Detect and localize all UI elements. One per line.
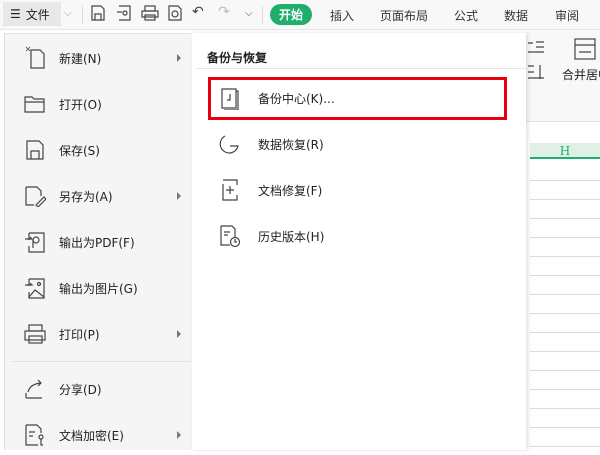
wrap-icon[interactable] — [528, 64, 544, 83]
menu-item-print[interactable]: 打印(P) — [5, 314, 193, 354]
chevron-down-icon[interactable]: ⌵ — [64, 8, 72, 19]
export-image-icon — [23, 276, 47, 300]
menu-item-save-as[interactable]: 另存为(A) — [5, 176, 193, 216]
submenu-arrow-icon — [177, 330, 181, 338]
menu-item-export-image[interactable]: 输出为图片(G) — [5, 268, 193, 308]
merge-center-label[interactable]: 合并居中 — [562, 66, 600, 83]
backup-recovery-submenu: 备份与恢复 备份中心(K)... 数据恢复(R) 文档修复(F) 历史版本(H) — [192, 33, 526, 450]
tab-page-layout[interactable]: 页面布局 — [380, 7, 428, 24]
save-icon — [23, 138, 47, 162]
submenu-item-doc-repair[interactable]: 文档修复(F) — [208, 170, 508, 210]
tab-insert[interactable]: 插入 — [330, 7, 354, 24]
redo-icon[interactable]: ↷ — [218, 4, 230, 20]
print-icon — [23, 322, 47, 346]
encrypt-icon — [23, 423, 47, 447]
submenu-arrow-icon — [177, 54, 181, 62]
menu-divider — [11, 361, 191, 362]
submenu-item-data-recovery[interactable]: 数据恢复(R) — [208, 124, 508, 164]
menu-item-share[interactable]: 分享(D) — [5, 369, 193, 409]
tab-formula[interactable]: 公式 — [454, 7, 478, 24]
save-as-icon — [23, 184, 47, 208]
export-pdf-icon — [23, 230, 47, 254]
submenu-arrow-icon — [177, 192, 181, 200]
file-menu: 新建(N) 打开(O) 保存(S) 另存为(A) 输出为PDF(F) 输出为图片… — [4, 33, 192, 450]
share-icon — [23, 377, 47, 401]
hamburger-icon: ☰ — [10, 7, 21, 21]
submenu-divider — [197, 68, 526, 69]
tab-data[interactable]: 数据 — [504, 7, 528, 24]
indent-icon[interactable] — [528, 40, 544, 57]
data-recovery-icon — [218, 132, 242, 156]
merge-center-icon[interactable] — [574, 38, 596, 63]
more-icon[interactable]: ⌵ — [245, 8, 253, 19]
file-menu-button[interactable]: ☰ 文件 — [3, 2, 61, 26]
export-pdf-icon[interactable] — [116, 4, 132, 26]
tab-start[interactable]: 开始 — [270, 4, 313, 25]
ribbon: 合并居中 — [526, 30, 600, 122]
doc-repair-icon — [218, 178, 242, 202]
menu-item-save[interactable]: 保存(S) — [5, 130, 193, 170]
new-file-icon — [23, 46, 47, 70]
save-icon[interactable] — [90, 4, 106, 26]
history-version-icon — [218, 224, 242, 248]
print-preview-icon[interactable] — [167, 4, 183, 26]
menu-item-open[interactable]: 打开(O) — [5, 84, 193, 124]
menu-item-new[interactable]: 新建(N) — [5, 38, 193, 78]
folder-open-icon — [23, 92, 47, 116]
undo-icon[interactable]: ↶ — [192, 4, 204, 20]
column-header-h[interactable]: H — [530, 143, 600, 159]
submenu-title: 备份与恢复 — [207, 51, 268, 65]
menu-item-encrypt[interactable]: 文档加密(E) — [5, 415, 193, 455]
top-toolbar: ☰ 文件 ⌵ ↶ ↷ ⌵ 开始 插入 页面布局 公式 数据 审阅 — [0, 0, 600, 30]
tab-review[interactable]: 审阅 — [555, 7, 579, 24]
submenu-arrow-icon — [177, 431, 181, 439]
menu-item-export-pdf[interactable]: 输出为PDF(F) — [5, 222, 193, 262]
submenu-item-history-version[interactable]: 历史版本(H) — [208, 216, 508, 256]
file-label: 文件 — [25, 7, 50, 22]
print-icon[interactable] — [141, 4, 159, 26]
highlight-box — [208, 77, 507, 120]
